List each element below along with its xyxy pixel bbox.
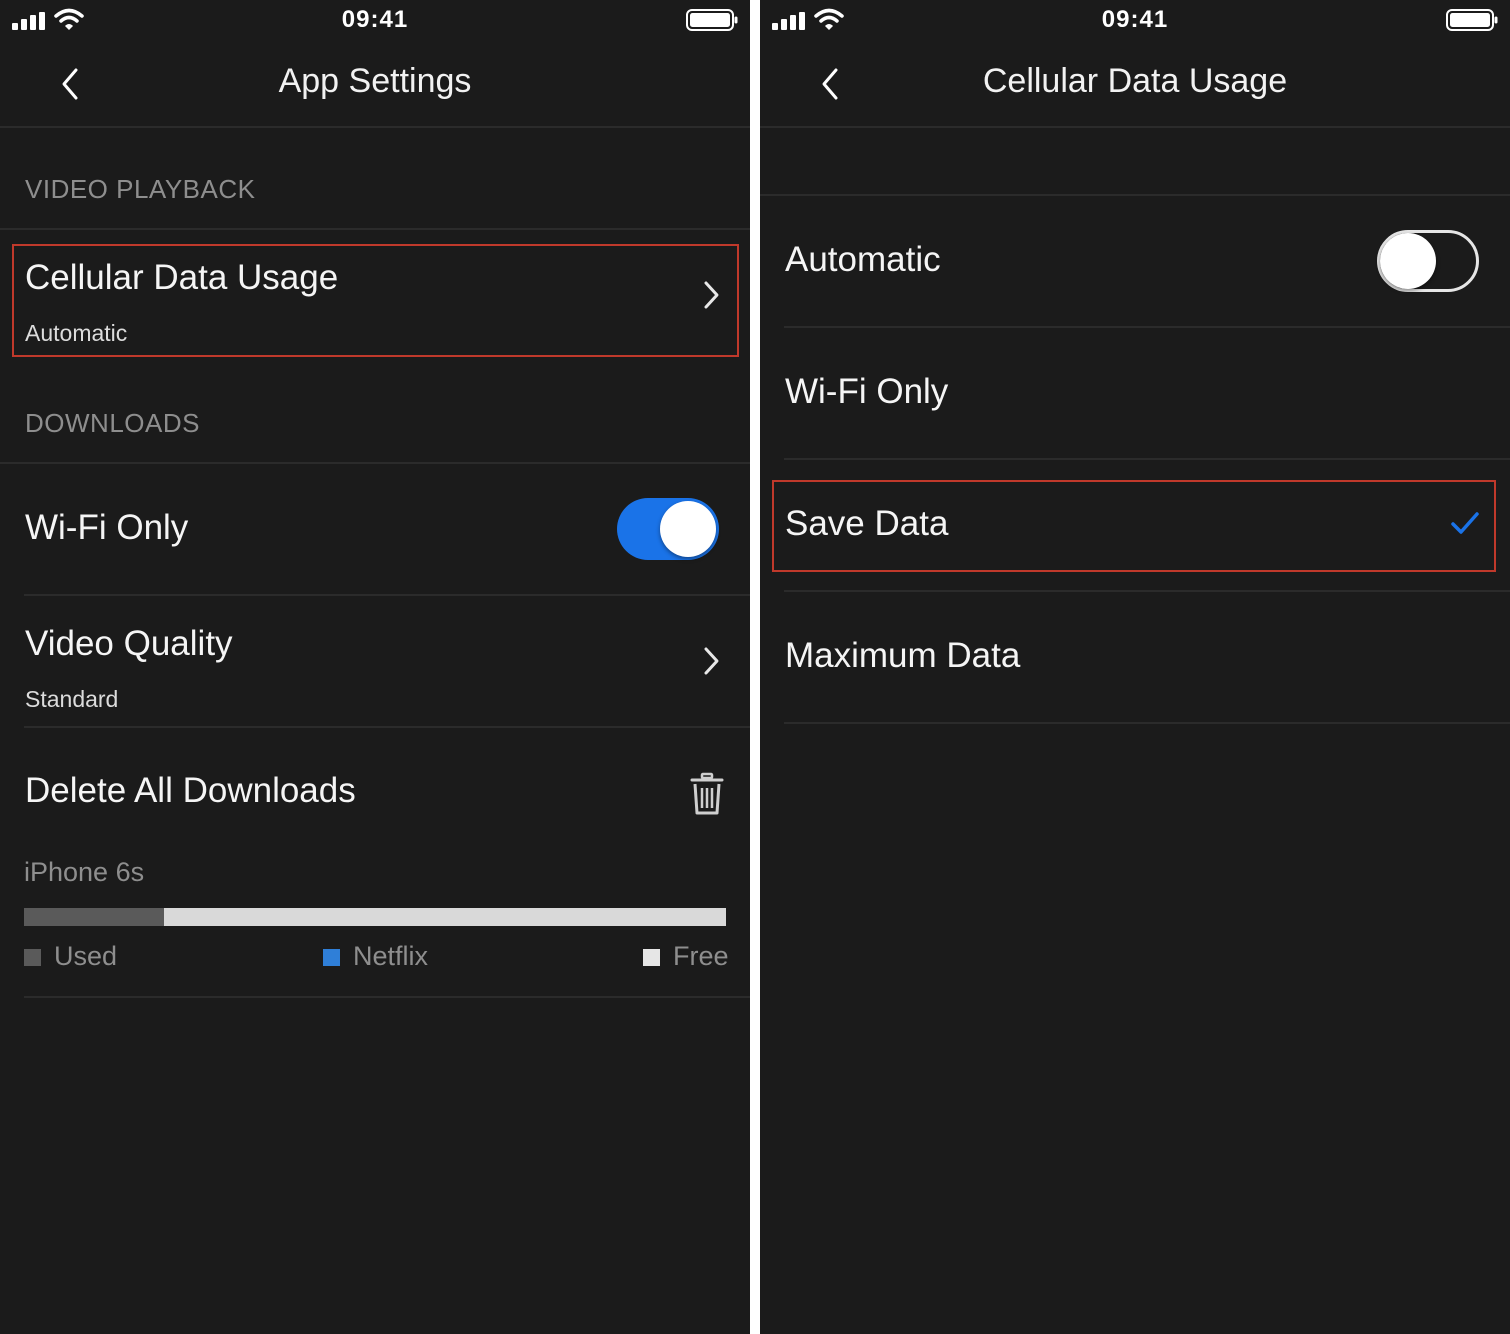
option-save-data-row[interactable]: Save Data <box>760 460 1510 592</box>
section-header-label: DOWNLOADS <box>25 408 200 438</box>
legend-swatch-used <box>24 949 41 966</box>
option-wifi-only-row[interactable]: Wi-Fi Only <box>760 328 1510 460</box>
option-maximum-data-row[interactable]: Maximum Data <box>760 592 1510 724</box>
status-bar: 09:41 <box>760 0 1510 40</box>
legend-swatch-free <box>643 949 660 966</box>
status-bar: 09:41 <box>0 0 750 40</box>
option-label: Maximum Data <box>785 636 1021 675</box>
delete-all-downloads-row[interactable]: Delete All Downloads <box>0 728 750 838</box>
row-title: Video Quality <box>25 624 233 663</box>
section-header-downloads: DOWNLOADS <box>0 370 750 464</box>
option-automatic-row: Automatic <box>760 196 1510 328</box>
chevron-right-icon <box>704 647 719 675</box>
toggle-knob <box>1380 233 1436 289</box>
cellular-data-usage-row[interactable]: Cellular Data Usage Automatic <box>0 230 750 370</box>
option-label: Automatic <box>785 240 941 279</box>
page-title: App Settings <box>278 62 472 100</box>
section-header-label: VIDEO PLAYBACK <box>25 174 256 204</box>
trash-icon[interactable] <box>690 772 724 816</box>
option-label: Wi-Fi Only <box>785 372 949 411</box>
option-label: Save Data <box>785 504 949 543</box>
row-divider <box>24 996 750 998</box>
legend-label: Free <box>673 941 729 971</box>
row-title: Delete All Downloads <box>25 771 356 810</box>
cellular-data-usage-screen: 09:41 Cellular Data Usage Automatic Wi-F… <box>760 0 1510 1334</box>
legend-label: Netflix <box>353 941 429 971</box>
page-title: Cellular Data Usage <box>982 62 1288 100</box>
row-value: Automatic <box>25 320 128 346</box>
status-time: 09:41 <box>341 6 409 33</box>
legend-free: Free <box>643 940 743 974</box>
row-title: Cellular Data Usage <box>25 258 339 297</box>
navigation-bar: Cellular Data Usage <box>760 40 1510 128</box>
battery-icon <box>1446 9 1498 31</box>
device-name: iPhone 6s <box>24 857 145 887</box>
automatic-toggle[interactable] <box>1377 230 1479 292</box>
legend-label: Used <box>54 941 118 971</box>
status-time: 09:41 <box>1101 6 1169 33</box>
row-divider <box>784 722 1510 724</box>
section-spacer <box>760 128 1510 196</box>
wifi-only-toggle[interactable] <box>617 498 719 560</box>
app-settings-screen: 09:41 App Settings VIDEO PLAYBACK Cellul… <box>0 0 750 1334</box>
video-quality-row[interactable]: Video Quality Standard <box>0 596 750 728</box>
row-value: Standard <box>25 686 119 712</box>
legend-used: Used <box>24 940 154 974</box>
row-title: Wi-Fi Only <box>25 508 189 547</box>
battery-icon <box>686 9 738 31</box>
section-header-video-playback: VIDEO PLAYBACK <box>0 128 750 230</box>
wifi-only-row: Wi-Fi Only <box>0 464 750 596</box>
legend-swatch-netflix <box>323 949 340 966</box>
legend-netflix: Netflix <box>323 940 453 974</box>
storage-used-segment <box>24 908 165 926</box>
navigation-bar: App Settings <box>0 40 750 128</box>
chevron-right-icon <box>704 281 719 309</box>
checkmark-icon <box>1451 512 1479 534</box>
storage-bar <box>24 908 726 926</box>
toggle-knob <box>660 501 716 557</box>
